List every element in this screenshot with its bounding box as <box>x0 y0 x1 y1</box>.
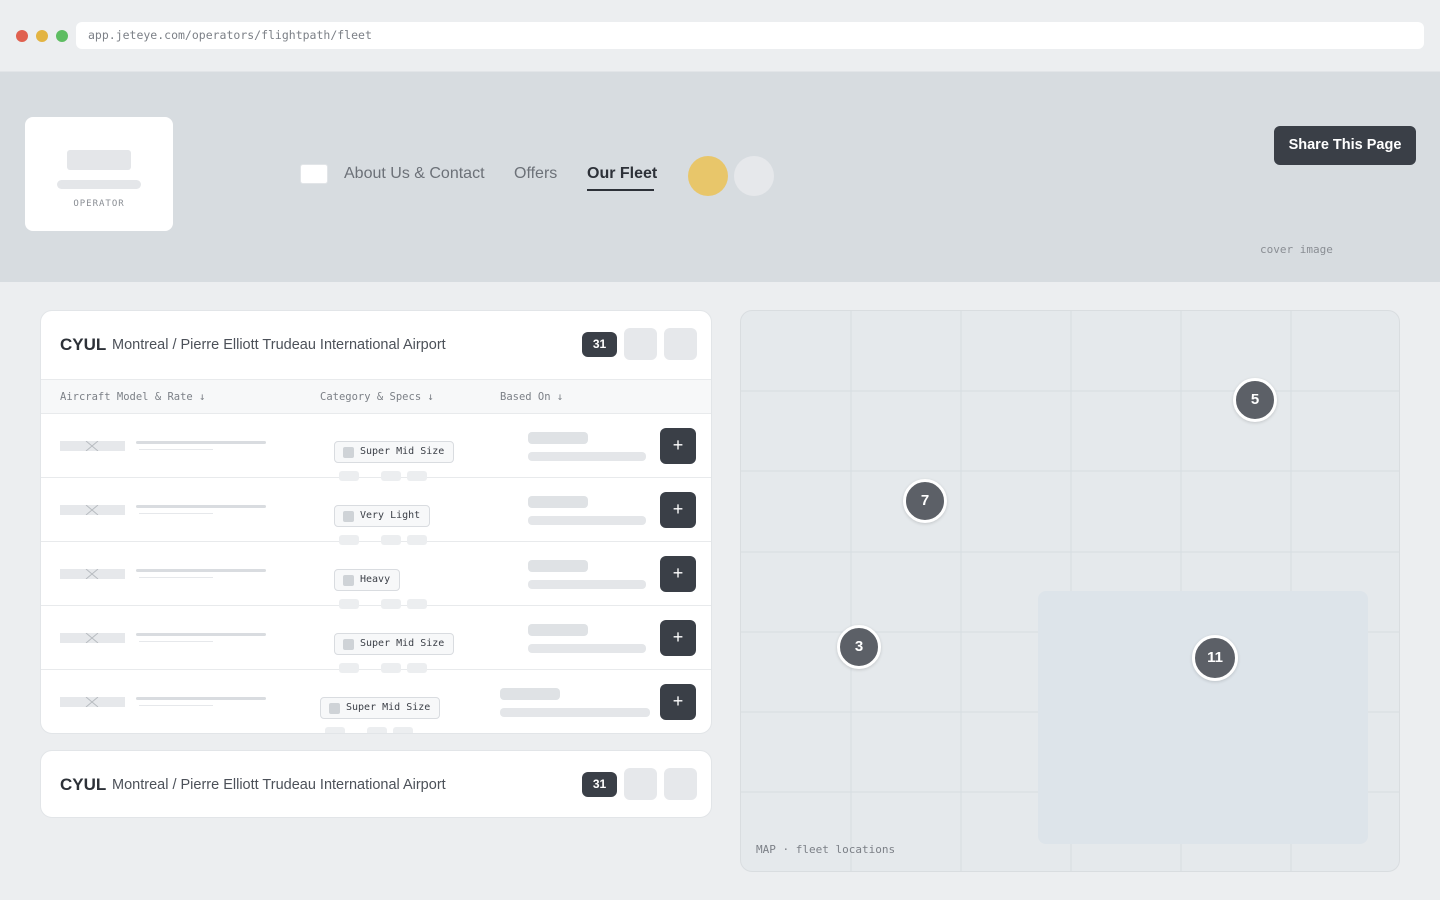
card-action-button[interactable] <box>624 328 657 360</box>
rate-placeholder <box>139 705 213 706</box>
spec-chip <box>367 727 387 733</box>
avatar-yellow[interactable] <box>688 156 728 196</box>
model-placeholder <box>136 633 266 636</box>
model-placeholder <box>136 441 266 444</box>
add-aircraft-button[interactable]: + <box>660 492 696 528</box>
base-placeholder <box>528 496 588 508</box>
map-marker-cluster[interactable]: 7 <box>903 479 947 523</box>
column-based-on[interactable]: Based On ↓ <box>500 391 563 403</box>
flag-icon[interactable] <box>300 164 328 184</box>
logo-placeholder-bar <box>67 150 131 170</box>
cover-image-label: cover image <box>1260 243 1333 256</box>
base-placeholder <box>528 432 588 444</box>
base-detail-placeholder <box>528 580 646 589</box>
model-placeholder <box>136 569 266 572</box>
category-pill: Super Mid Size <box>320 697 441 719</box>
operator-logo[interactable]: OPERATOR <box>25 117 173 231</box>
aircraft-thumbnail <box>60 633 125 643</box>
nav-offers[interactable]: Offers <box>514 165 557 183</box>
maximize-window-dot[interactable] <box>56 30 68 42</box>
aircraft-thumbnail <box>60 505 125 515</box>
active-tab-underline <box>587 189 654 191</box>
column-aircraft-model[interactable]: Aircraft Model & Rate ↓ <box>60 391 205 403</box>
add-aircraft-button[interactable]: + <box>660 556 696 592</box>
rate-placeholder <box>139 641 213 642</box>
base-placeholder <box>528 560 588 572</box>
base-detail-placeholder <box>528 516 646 525</box>
map-marker-cluster[interactable]: 11 <box>1192 635 1238 681</box>
base-detail-placeholder <box>528 452 646 461</box>
airport-name: Montreal / Pierre Elliott Trudeau Intern… <box>112 337 446 353</box>
aircraft-count-badge: 31 <box>582 332 617 357</box>
table-row[interactable]: Heavy + <box>41 542 711 609</box>
base-detail-placeholder <box>528 644 646 653</box>
spec-chip <box>325 727 345 733</box>
table-row[interactable]: Super Mid Size + <box>41 670 711 733</box>
table-row[interactable]: Very Light + <box>41 478 711 545</box>
table-row[interactable]: Super Mid Size + <box>41 606 711 673</box>
fleet-card-header[interactable]: CYUL Montreal / Pierre Elliott Trudeau I… <box>41 751 711 817</box>
address-bar[interactable]: app.jeteye.com/operators/flightpath/flee… <box>76 22 1424 49</box>
fleet-card: CYUL Montreal / Pierre Elliott Trudeau I… <box>40 310 712 734</box>
rate-placeholder <box>139 449 213 450</box>
fleet-card-collapsed[interactable]: CYUL Montreal / Pierre Elliott Trudeau I… <box>40 750 712 818</box>
table-row[interactable]: Super Mid Size + <box>41 414 711 481</box>
map-caption: MAP · fleet locations <box>756 843 896 856</box>
map-marker-cluster[interactable]: 3 <box>837 625 881 669</box>
category-label: Very Light <box>360 510 421 521</box>
aircraft-thumbnail <box>60 697 125 707</box>
map-marker-cluster[interactable]: 5 <box>1233 378 1277 422</box>
column-category-specs[interactable]: Category & Specs ↓ <box>320 391 434 403</box>
category-label: Super Mid Size <box>360 446 445 457</box>
cover-header: OPERATOR About Us & Contact Offers Our F… <box>0 72 1440 282</box>
fleet-card-header[interactable]: CYUL Montreal / Pierre Elliott Trudeau I… <box>41 311 711 379</box>
category-label: Heavy <box>360 574 391 585</box>
category-pill: Super Mid Size <box>334 441 455 463</box>
add-aircraft-button[interactable]: + <box>660 428 696 464</box>
airport-code: CYUL <box>60 335 107 354</box>
airport-code: CYUL <box>60 775 107 794</box>
map-region-highlight <box>1038 591 1368 844</box>
card-action-button[interactable] <box>664 328 697 360</box>
base-placeholder <box>528 624 588 636</box>
category-pill: Super Mid Size <box>334 633 455 655</box>
aircraft-thumbnail <box>60 441 125 451</box>
avatar-grey[interactable] <box>734 156 774 196</box>
aircraft-count-badge: 31 <box>582 772 617 797</box>
table-header: Aircraft Model & Rate ↓ Category & Specs… <box>41 379 711 414</box>
airport-name: Montreal / Pierre Elliott Trudeau Intern… <box>112 777 446 793</box>
nav-about-contact[interactable]: About Us & Contact <box>344 165 485 183</box>
category-pill: Heavy <box>334 569 401 591</box>
model-placeholder <box>136 505 266 508</box>
category-label: Super Mid Size <box>346 702 431 713</box>
base-detail-placeholder <box>500 708 650 717</box>
rate-placeholder <box>139 577 213 578</box>
nav-our-fleet[interactable]: Our Fleet <box>587 165 657 183</box>
card-action-button[interactable] <box>624 768 657 800</box>
category-label: Super Mid Size <box>360 638 445 649</box>
category-pill: Very Light <box>334 505 431 527</box>
add-aircraft-button[interactable]: + <box>660 620 696 656</box>
minimize-window-dot[interactable] <box>36 30 48 42</box>
logo-label: OPERATOR <box>73 199 125 209</box>
base-placeholder <box>500 688 560 700</box>
share-page-button[interactable]: Share This Page <box>1274 126 1416 165</box>
close-window-dot[interactable] <box>16 30 28 42</box>
logo-placeholder-line <box>57 180 141 189</box>
browser-chrome: app.jeteye.com/operators/flightpath/flee… <box>0 0 1440 72</box>
add-aircraft-button[interactable]: + <box>660 684 696 720</box>
card-action-button[interactable] <box>664 768 697 800</box>
aircraft-thumbnail <box>60 569 125 579</box>
rate-placeholder <box>139 513 213 514</box>
fleet-map[interactable]: 5 7 3 11 MAP · fleet locations <box>740 310 1400 872</box>
model-placeholder <box>136 697 266 700</box>
spec-chip <box>393 727 413 733</box>
